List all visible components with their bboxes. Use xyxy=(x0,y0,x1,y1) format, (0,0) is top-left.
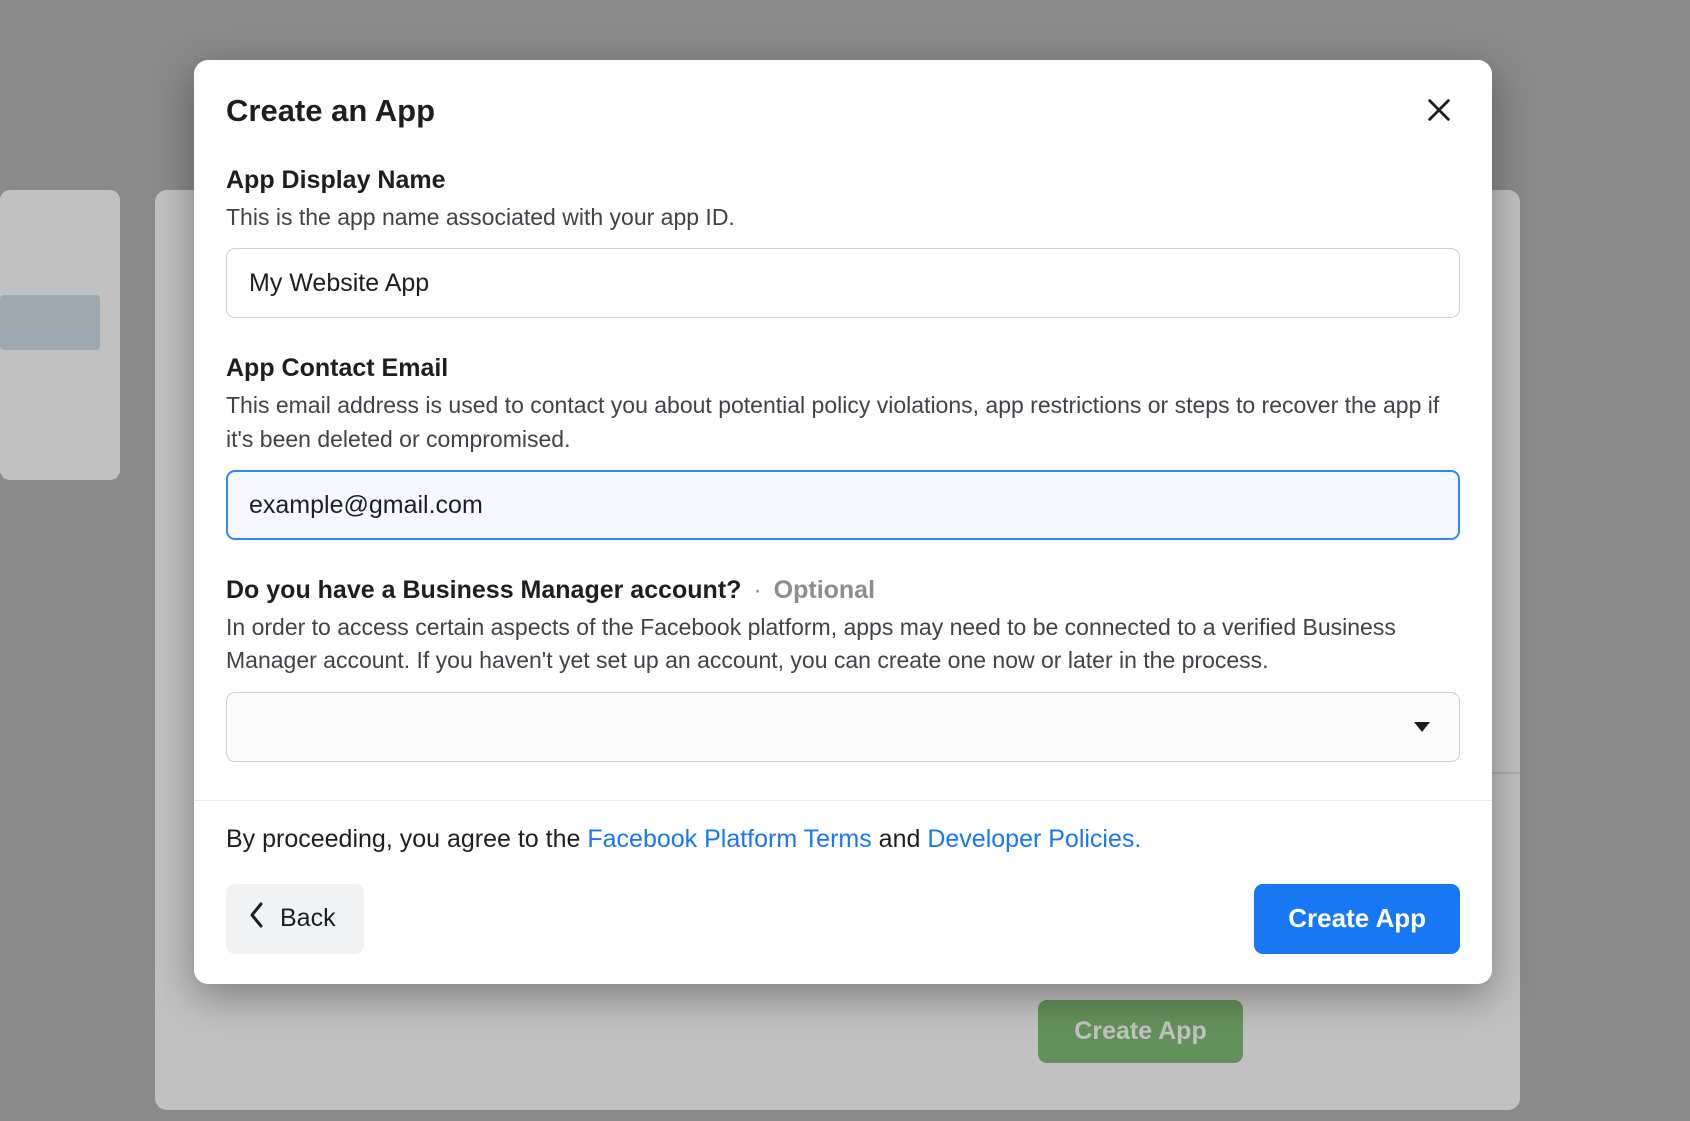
footer-buttons: Back Create App xyxy=(226,884,1460,954)
create-app-modal: Create an App App Display Name This is t… xyxy=(194,60,1492,984)
contact-email-input[interactable] xyxy=(226,470,1460,540)
business-manager-description: In order to access certain aspects of th… xyxy=(226,611,1460,678)
field-business-manager: Do you have a Business Manager account? … xyxy=(226,576,1460,762)
back-button[interactable]: Back xyxy=(226,884,364,954)
create-app-button[interactable]: Create App xyxy=(1254,884,1460,954)
back-label: Back xyxy=(280,904,336,933)
field-contact-email: App Contact Email This email address is … xyxy=(226,354,1460,540)
developer-policies-link[interactable]: Developer Policies. xyxy=(927,825,1141,853)
contact-email-label: App Contact Email xyxy=(226,354,1460,383)
optional-separator: · xyxy=(753,576,761,604)
modal-title: Create an App xyxy=(226,93,435,129)
field-display-name: App Display Name This is the app name as… xyxy=(226,166,1460,318)
app-stage: Create App Create an App App Display Na xyxy=(0,0,1690,1121)
agree-and: and xyxy=(872,825,928,853)
modal-body: Create an App App Display Name This is t… xyxy=(194,60,1492,800)
close-icon xyxy=(1425,96,1453,127)
business-manager-label: Do you have a Business Manager account? … xyxy=(226,576,1460,605)
display-name-description: This is the app name associated with you… xyxy=(226,201,1460,234)
business-manager-label-text: Do you have a Business Manager account? xyxy=(226,576,741,604)
close-button[interactable] xyxy=(1418,90,1460,132)
create-app-label: Create App xyxy=(1288,903,1426,933)
contact-email-description: This email address is used to contact yo… xyxy=(226,389,1460,456)
agree-prefix: By proceeding, you agree to the xyxy=(226,825,587,853)
display-name-input[interactable] xyxy=(226,248,1460,318)
optional-text: Optional xyxy=(774,576,875,604)
platform-terms-link[interactable]: Facebook Platform Terms xyxy=(587,825,871,853)
agreement-text: By proceeding, you agree to the Facebook… xyxy=(226,825,1460,854)
business-manager-select-wrap xyxy=(226,692,1460,762)
business-manager-select[interactable] xyxy=(226,692,1460,762)
display-name-label: App Display Name xyxy=(226,166,1460,195)
modal-header: Create an App xyxy=(226,90,1460,132)
chevron-left-icon xyxy=(248,901,266,936)
modal-footer: By proceeding, you agree to the Facebook… xyxy=(194,801,1492,984)
